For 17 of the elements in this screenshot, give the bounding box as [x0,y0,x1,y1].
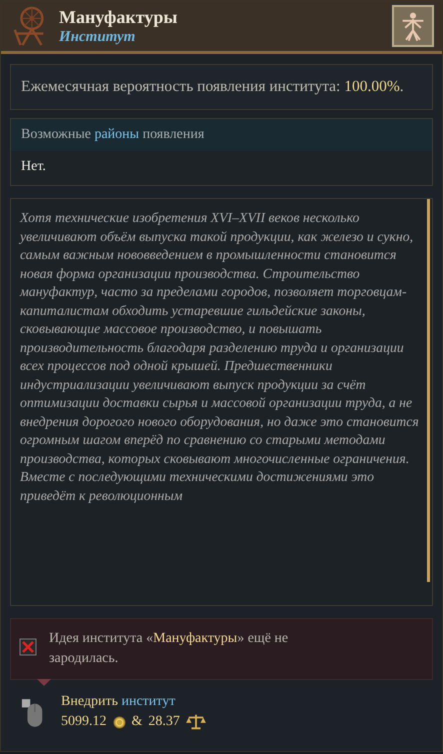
scrollbar[interactable] [427,199,430,582]
coin-icon [112,716,126,728]
human-figure-icon [400,10,426,42]
implement-link[interactable]: Внедрить институт [61,694,176,710]
description-text: Хотя технические изобретения XVI–XVII веков несколько увеличивают объём выпуска такой продукции, как железо и сукно, самым важным нововведением в промышленности становится новая форма организации производства. Строительство мануфактур, часто за пределами городов, позволяет торговцам-капиталистам обходить устаревшие гильдейские законы, сковывающие массовое производство, и повышать производительность благодаря разделению труда и организации всех процессов под одной крышей. Предшественники индустриализации увеличивают выпуск продукции за счёт оптимизации доставки сырья и массовой организации труда, а не внедрения дорогого нового оборудования, но даже это становится огромным шагом вперёд по сравнению со старыми методами производства, которых сковывают многочисленные ограничения. Вместе с последующими техническими достижениями это приведёт к революционным [20,209,420,505]
requirement-text: Идея института «Мануфактуры» ещё не зародилась. [49,630,290,668]
scales-icon [186,713,206,731]
regions-value: Нет. [20,158,47,176]
points-amount: 28.37 [148,714,180,730]
mouse-icon [21,698,45,728]
ampersand: & [132,714,142,730]
money-amount: 5099.12 [61,714,106,730]
panel-subtitle: Институт [59,28,136,46]
pointer-icon [37,679,51,686]
panel-title: Мануфактуры [59,6,178,28]
probability-text: Ежемесячная вероятность появления института: 100.00%. [21,77,405,97]
regions-heading: Возможные районы появления [11,119,432,151]
